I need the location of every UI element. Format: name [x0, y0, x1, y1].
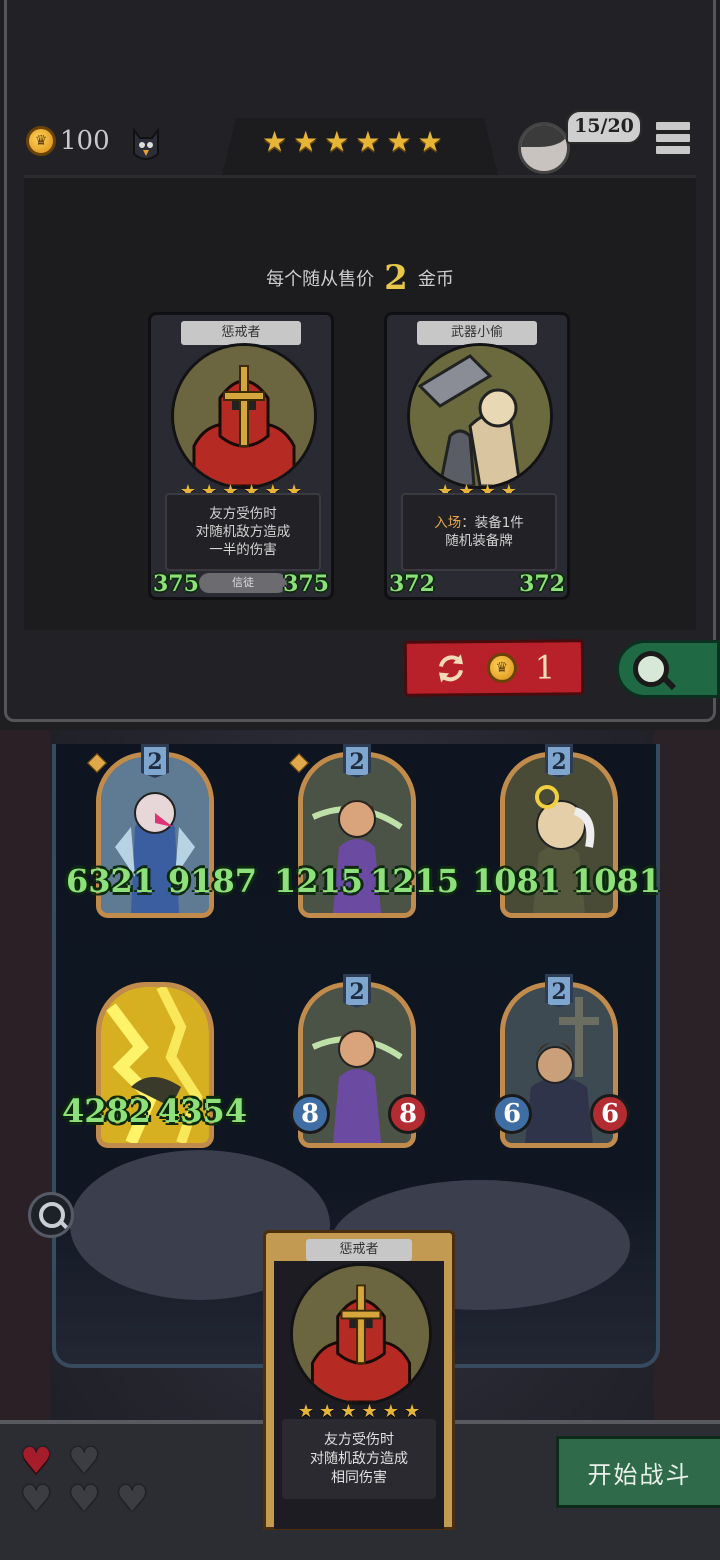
minion-tier-badge: 2 [343, 974, 371, 1008]
card-description: 入场：装备1件 随机装备牌 [401, 493, 557, 571]
tier-star: ★ [355, 125, 381, 158]
tier-star: ★ [386, 125, 412, 158]
inspect-button[interactable] [28, 1192, 74, 1238]
menu-bar [654, 120, 692, 132]
card-tribe-badge: 信徒 [199, 573, 287, 593]
desc-line: 相同伤害 [331, 1469, 387, 1486]
refresh-icon [438, 654, 463, 683]
desc-text: ：装备1件 [461, 515, 524, 531]
card-attack: 375 [153, 571, 199, 597]
desc-line: 对随机敌方造成 [195, 524, 291, 540]
shop-tier-stars: ★ ★ ★ ★ ★ ★ [262, 127, 443, 157]
board-minion[interactable]: 4282 4354 [62, 974, 247, 1150]
desc-line: 对随机敌方造成 [310, 1450, 408, 1467]
life-heart-lost-icon: ♥ [68, 1479, 101, 1520]
crow-icon[interactable] [126, 124, 166, 164]
minion-health: 6 [590, 1094, 630, 1134]
desc-line: 入场：装备1件 [403, 514, 555, 532]
minion-attack: 6 [492, 1094, 532, 1134]
card-description: 友方受伤时 对随机敌方造成 相同伤害 [282, 1419, 436, 1499]
menu-icon[interactable] [654, 120, 692, 156]
card-portrait-knight [171, 343, 317, 489]
life-heart-lost-icon: ♥ [68, 1441, 101, 1482]
life-heart-icon: ♥ [20, 1441, 53, 1482]
hand-card-chastiser[interactable]: 惩戒者 ★ ★ ★ ★ ★ ★ 友方受伤时 对随机敌方造成 相同伤害 [263, 1230, 455, 1530]
card-name: 惩戒者 [306, 1239, 412, 1261]
search-icon [633, 651, 669, 687]
start-battle-button[interactable]: 开始战斗 [556, 1436, 720, 1508]
minion-health: 8 [388, 1094, 428, 1134]
refresh-shop-button[interactable]: ♛ 1 [403, 639, 585, 697]
tier-star: ★ [262, 125, 288, 158]
desc-line: 一半的伤害 [209, 542, 277, 558]
minion-attack: 6321 [66, 862, 156, 900]
board-minion[interactable]: 2 1081 1081 [472, 744, 661, 920]
board-minion[interactable]: 2 6321 9187 [66, 744, 257, 920]
keyword-battlecry: 入场 [434, 515, 462, 531]
card-attack: 372 [389, 571, 435, 597]
coin-display: ♛ 100 [26, 126, 110, 156]
shop-card-area [24, 175, 696, 630]
sell-price-info: 每个随从售价 2 金币 [0, 258, 720, 298]
desc-line: 友方受伤时 [209, 506, 277, 522]
board-minion[interactable]: 2 8 8 [290, 974, 428, 1150]
refresh-cost: 1 [534, 648, 556, 687]
menu-bar [654, 132, 692, 144]
card-name: 惩戒者 [181, 321, 301, 345]
minion-health: 1081 [572, 862, 662, 900]
player-avatar[interactable] [518, 122, 570, 174]
sell-price-value: 2 [384, 258, 408, 298]
minion-attack: 1215 [274, 862, 364, 900]
minion-health: 1215 [370, 862, 460, 900]
menu-bar [654, 144, 692, 156]
card-name: 武器小偷 [417, 321, 537, 345]
tier-star: ★ [293, 125, 319, 158]
tier-star: ★ [324, 125, 350, 158]
board-minion[interactable]: 2 6 6 [492, 974, 630, 1150]
card-health: 375 [283, 571, 329, 597]
team-count-badge: 15/20 [566, 110, 642, 144]
desc-line: 友方受伤时 [324, 1431, 394, 1448]
shop-panel: ★ ★ ★ ★ ★ ★ ♛ 100 15/20 每个随从售价 2 金币 惩戒者 [0, 0, 720, 730]
search-button[interactable] [616, 640, 720, 698]
tier-star: ★ [417, 125, 443, 158]
card-portrait-knight [290, 1263, 432, 1405]
board-minion[interactable]: 2 1215 1215 [274, 744, 459, 920]
minion-tier-badge: 2 [141, 744, 169, 778]
minion-attack: 4282 [62, 1092, 152, 1130]
battle-board: 2 6321 9187 2 1215 1215 2 1081 1081 4282… [0, 730, 720, 1560]
life-heart-lost-icon: ♥ [20, 1479, 53, 1520]
desc-line: 随机装备牌 [445, 533, 513, 549]
gold-coin-icon: ♛ [486, 652, 517, 684]
shop-card-weapon-thief[interactable]: 武器小偷 ★ ★ ★ ★ 入场：装备1件 随机装备牌 372 372 [384, 312, 570, 600]
minion-health: 9187 [168, 862, 258, 900]
card-health: 372 [519, 571, 565, 597]
coin-count: 100 [60, 126, 110, 156]
card-description: 友方受伤时 对随机敌方造成 一半的伤害 [165, 493, 321, 571]
sell-prefix: 每个随从售价 [266, 269, 375, 290]
minion-tier-badge: 2 [545, 744, 573, 778]
gold-coin-icon: ♛ [26, 126, 56, 156]
minion-health: 4354 [158, 1092, 248, 1130]
card-portrait-thief [407, 343, 553, 489]
minion-attack: 8 [290, 1094, 330, 1134]
life-heart-lost-icon: ♥ [116, 1479, 149, 1520]
minion-tier-badge: 2 [545, 974, 573, 1008]
minion-attack: 1081 [472, 862, 562, 900]
sell-suffix: 金币 [417, 269, 454, 290]
minion-tier-badge: 2 [343, 744, 371, 778]
shop-card-chastiser[interactable]: 惩戒者 ★ ★ ★ ★ ★ ★ 友方受伤时 对随机敌方造成 一半的伤害 信徒 3 [148, 312, 334, 600]
